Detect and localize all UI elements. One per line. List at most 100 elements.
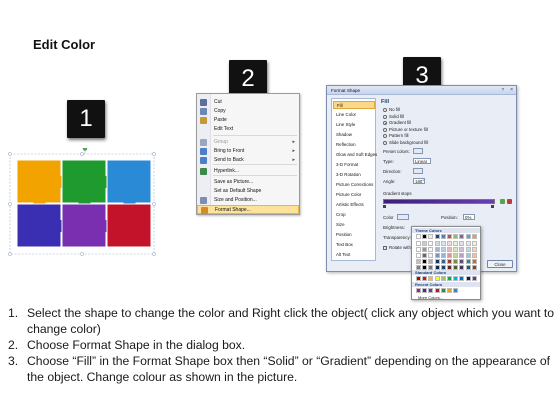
color-swatch[interactable] <box>459 241 465 246</box>
color-swatch[interactable] <box>465 276 471 281</box>
menu-item-set-as-default-shape[interactable]: Set as Default Shape <box>197 187 299 196</box>
color-swatch[interactable] <box>428 276 434 281</box>
menu-item-copy[interactable]: Copy <box>197 107 299 116</box>
category-3-d-format[interactable]: 3-D Format <box>333 161 375 169</box>
puzzle-piece-green[interactable] <box>61 159 112 209</box>
color-swatch[interactable] <box>471 247 477 252</box>
color-swatch[interactable] <box>434 253 440 258</box>
radio-button[interactable] <box>383 127 387 132</box>
position-input[interactable]: 0% <box>463 214 475 220</box>
resize-handle[interactable] <box>80 152 84 156</box>
menu-item-format-shape[interactable]: Format Shape... <box>197 205 299 214</box>
category-glow-and-soft-edges[interactable]: Glow and Soft Edges <box>333 151 377 159</box>
color-swatch[interactable] <box>459 276 465 281</box>
resize-handle[interactable] <box>152 152 156 156</box>
gradient-stop-handle[interactable] <box>383 205 386 208</box>
puzzle-piece-indigo[interactable] <box>16 203 67 248</box>
color-swatch[interactable] <box>465 259 471 264</box>
color-swatch[interactable] <box>447 253 452 258</box>
puzzle-graphic[interactable] <box>7 148 157 260</box>
color-swatch[interactable] <box>465 253 471 258</box>
resize-handle[interactable] <box>152 252 156 256</box>
color-swatch[interactable] <box>447 241 452 246</box>
category-3-d-rotation[interactable]: 3-D Rotation <box>333 171 375 179</box>
menu-item-edit-text[interactable]: Edit Text <box>197 125 299 134</box>
gradient-stop-handle[interactable] <box>491 205 494 208</box>
category-line-color[interactable]: Line Color <box>333 111 375 119</box>
color-swatch[interactable] <box>447 234 452 239</box>
radio-button[interactable] <box>383 114 387 119</box>
puzzle-piece-purple[interactable] <box>61 203 112 248</box>
color-swatch[interactable] <box>422 234 428 239</box>
menu-item-hyperlink[interactable]: Hyperlink... <box>197 167 299 176</box>
color-swatch[interactable] <box>447 247 452 252</box>
color-swatch[interactable] <box>447 288 452 293</box>
category-alt-text[interactable]: Alt Text <box>333 251 375 259</box>
color-swatch[interactable] <box>440 234 446 239</box>
color-swatch[interactable] <box>459 259 465 264</box>
color-swatch[interactable] <box>453 288 459 293</box>
color-swatch[interactable] <box>440 288 446 293</box>
puzzle-piece-blue[interactable] <box>106 159 152 209</box>
color-swatch[interactable] <box>434 288 440 293</box>
puzzle-selection[interactable] <box>7 148 157 260</box>
color-swatch[interactable] <box>447 276 452 281</box>
color-swatch[interactable] <box>453 234 459 239</box>
angle-input[interactable]: 180° <box>413 178 425 184</box>
more-colors-link[interactable]: More Colors... <box>418 295 443 300</box>
color-swatch[interactable] <box>422 288 428 293</box>
puzzle-piece-red[interactable] <box>106 203 152 248</box>
menu-item-bring-to-front[interactable]: Bring to Front ▸ <box>197 147 299 156</box>
remove-stop-icon[interactable] <box>507 199 512 204</box>
color-swatch[interactable] <box>453 276 459 281</box>
color-swatch[interactable] <box>459 234 465 239</box>
color-swatch[interactable] <box>440 241 446 246</box>
preset-colors-button[interactable] <box>413 148 423 154</box>
color-swatch[interactable] <box>422 259 428 264</box>
add-stop-icon[interactable] <box>500 199 505 204</box>
menu-item-size-and-position[interactable]: Size and Position... <box>197 196 299 205</box>
color-swatch[interactable] <box>459 247 465 252</box>
color-swatch[interactable] <box>422 241 428 246</box>
color-swatch[interactable] <box>471 241 477 246</box>
radio-button[interactable] <box>383 108 387 112</box>
menu-item-cut[interactable]: Cut <box>197 98 299 107</box>
category-text-box[interactable]: Text Box <box>333 241 375 249</box>
category-picture-corrections[interactable]: Picture Corrections <box>333 181 375 189</box>
radio-button[interactable] <box>383 134 387 138</box>
color-swatch[interactable] <box>416 234 421 239</box>
category-size[interactable]: Size <box>333 221 375 229</box>
color-picker-button[interactable] <box>397 214 409 220</box>
direction-button[interactable] <box>413 168 423 174</box>
color-swatch[interactable] <box>434 234 440 239</box>
color-swatch[interactable] <box>422 247 428 252</box>
resize-handle[interactable] <box>8 202 12 206</box>
color-swatch[interactable] <box>440 247 446 252</box>
color-swatch[interactable] <box>453 253 459 258</box>
color-swatch[interactable] <box>434 247 440 252</box>
color-swatch[interactable] <box>459 253 465 258</box>
category-fill[interactable]: Fill <box>333 101 375 110</box>
category-line-style[interactable]: Line Style <box>333 121 375 129</box>
color-swatch[interactable] <box>422 276 428 281</box>
color-swatch[interactable] <box>440 253 446 258</box>
color-swatch[interactable] <box>422 253 428 258</box>
resize-handle[interactable] <box>152 202 156 206</box>
category-picture-color[interactable]: Picture Color <box>333 191 375 199</box>
color-swatch[interactable] <box>428 288 434 293</box>
category-reflection[interactable]: Reflection <box>333 141 375 149</box>
color-swatch[interactable] <box>416 276 421 281</box>
dialog-titlebar[interactable]: Format Shape ? × <box>327 86 516 95</box>
color-swatch[interactable] <box>440 276 446 281</box>
color-swatch[interactable] <box>416 241 421 246</box>
category-crop[interactable]: Crop <box>333 211 375 219</box>
color-swatch[interactable] <box>471 259 477 264</box>
color-swatch[interactable] <box>428 253 434 258</box>
menu-item-paste[interactable]: Paste <box>197 116 299 125</box>
color-swatch[interactable] <box>428 259 434 264</box>
radio-button[interactable] <box>383 121 387 125</box>
color-swatch[interactable] <box>447 259 452 264</box>
color-swatch[interactable] <box>428 234 434 239</box>
color-swatch[interactable] <box>416 259 421 264</box>
category-position[interactable]: Position <box>333 231 375 239</box>
